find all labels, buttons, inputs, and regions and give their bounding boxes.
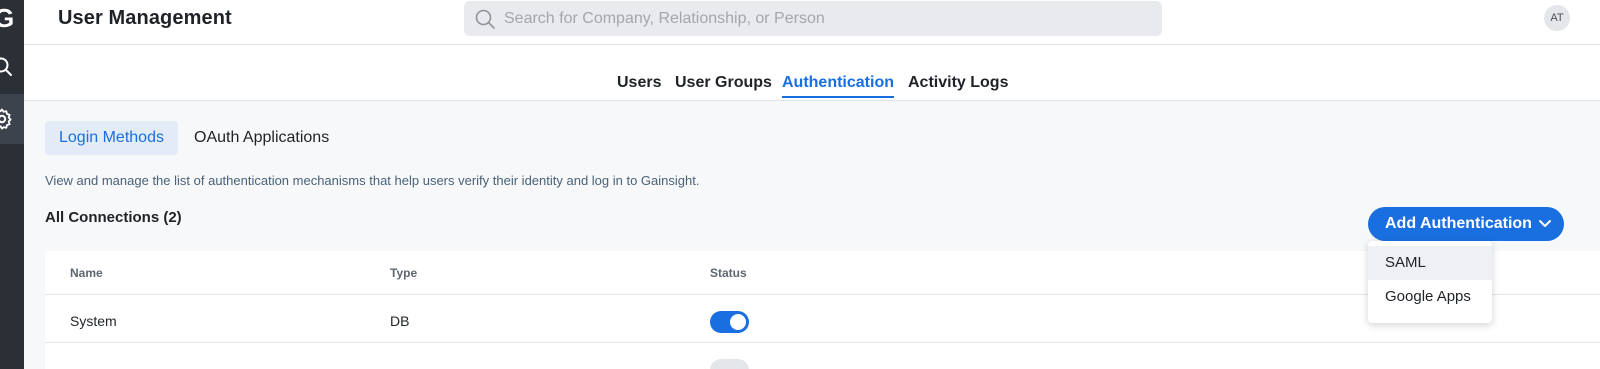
menu-item-google-apps[interactable]: Google Apps	[1368, 280, 1492, 314]
add-authentication-label: Add Authentication	[1385, 215, 1532, 232]
menu-item-saml[interactable]: SAML	[1368, 246, 1492, 280]
global-search[interactable]	[464, 1, 1162, 36]
subtab-oauth-applications[interactable]: OAuth Applications	[180, 121, 343, 155]
search-input[interactable]	[504, 1, 1144, 36]
add-authentication-menu: SAML Google Apps	[1368, 241, 1492, 323]
search-icon	[475, 9, 495, 29]
cell-name: System	[70, 313, 117, 329]
status-toggle[interactable]	[710, 359, 749, 369]
page-description: View and manage the list of authenticati…	[45, 173, 700, 188]
status-toggle[interactable]	[710, 311, 749, 333]
column-header-name[interactable]: Name	[70, 266, 103, 280]
search-icon[interactable]	[0, 56, 14, 78]
tab-authentication[interactable]: Authentication	[782, 74, 894, 98]
add-authentication-button[interactable]: Add Authentication	[1368, 207, 1564, 241]
tab-activity-logs[interactable]: Activity Logs	[908, 74, 1008, 96]
page-title: User Management	[58, 7, 232, 29]
chevron-down-icon	[1539, 220, 1551, 227]
connections-title: All Connections (2)	[45, 209, 182, 226]
nav-item-settings[interactable]	[0, 94, 24, 144]
column-header-type[interactable]: Type	[390, 266, 417, 280]
top-header: User Management AT	[24, 0, 1600, 45]
toggle-knob	[730, 314, 746, 330]
main-tabs: Users User Groups Authentication Activit…	[24, 45, 1600, 101]
cell-type: DB	[390, 313, 410, 329]
column-header-status[interactable]: Status	[710, 266, 747, 280]
gear-icon	[0, 108, 12, 130]
left-nav-rail: G	[0, 0, 24, 369]
user-avatar[interactable]: AT	[1544, 5, 1570, 31]
connections-table: Name Type Status System DB	[45, 251, 1600, 369]
tab-users[interactable]: Users	[617, 74, 661, 96]
app-logo[interactable]: G	[0, 4, 16, 32]
tab-user-groups[interactable]: User Groups	[675, 74, 772, 96]
subtab-login-methods[interactable]: Login Methods	[45, 121, 178, 155]
table-row[interactable]: System DB	[45, 295, 1600, 343]
authentication-panel: Login Methods OAuth Applications View an…	[24, 101, 1600, 369]
table-header: Name Type Status	[45, 251, 1600, 295]
